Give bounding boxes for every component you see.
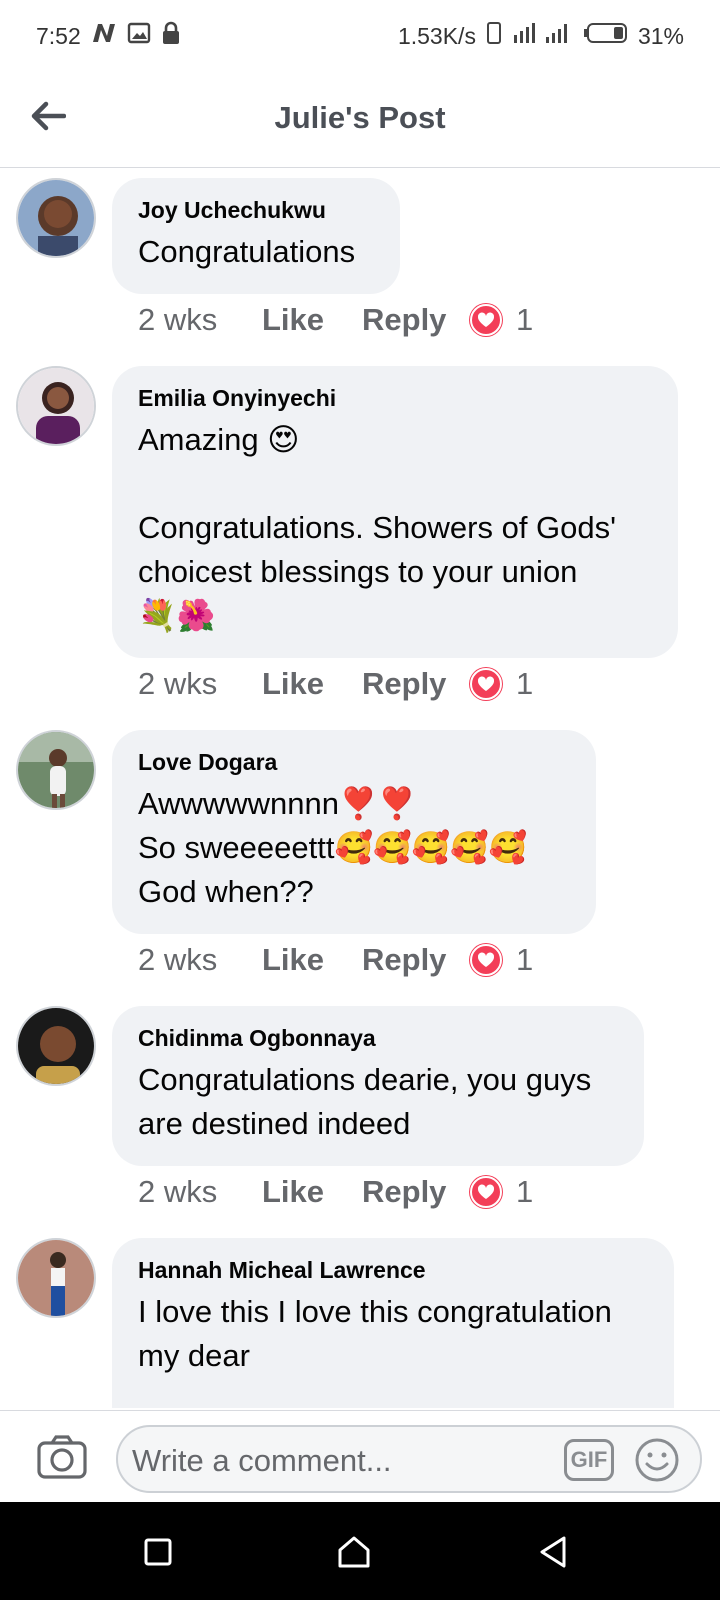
- comment-text: Congratulations dearie, you guys are des…: [138, 1062, 592, 1141]
- signal-icon: [512, 21, 574, 51]
- heart-reaction-icon[interactable]: [470, 1176, 502, 1208]
- home-icon: [338, 1536, 370, 1568]
- lock-icon: [161, 21, 181, 51]
- status-bar: 7:52 1.53K/s 31%: [0, 0, 720, 72]
- comment-time[interactable]: 2 wks: [138, 302, 262, 338]
- system-navigation-bar: [0, 1502, 720, 1600]
- back-nav-button[interactable]: [536, 1534, 572, 1570]
- comment-list[interactable]: Joy Uchechukwu Congratulations 2 wks Lik…: [0, 168, 720, 1410]
- reply-button[interactable]: Reply: [362, 666, 470, 702]
- avatar[interactable]: [16, 178, 96, 258]
- comment-time[interactable]: 2 wks: [138, 1174, 262, 1210]
- comment-bubble[interactable]: Emilia Onyinyechi Amazing 😍 Congratulati…: [112, 366, 678, 658]
- vibrate-icon: [486, 21, 502, 51]
- comment-text: Congratulations: [138, 234, 356, 269]
- avatar[interactable]: [16, 730, 96, 810]
- comment-bubble[interactable]: Hannah Micheal Lawrence I love this I lo…: [112, 1238, 674, 1408]
- comment-author[interactable]: Hannah Micheal Lawrence: [138, 1256, 648, 1284]
- image-icon: [127, 22, 151, 50]
- square-icon: [144, 1538, 172, 1566]
- comment-author[interactable]: Emilia Onyinyechi: [138, 384, 652, 412]
- like-button[interactable]: Like: [262, 1174, 362, 1210]
- reply-button[interactable]: Reply: [362, 302, 470, 338]
- comment-author[interactable]: Love Dogara: [138, 748, 570, 776]
- heart-reaction-icon[interactable]: [470, 668, 502, 700]
- comment-composer: Write a comment... GIF: [0, 1410, 720, 1502]
- avatar[interactable]: [16, 1006, 96, 1086]
- network-speed: 1.53K/s: [397, 22, 476, 49]
- avatar[interactable]: [16, 366, 96, 446]
- avatar[interactable]: [16, 1238, 96, 1318]
- like-button[interactable]: Like: [262, 666, 362, 702]
- comment-input[interactable]: Write a comment... GIF: [116, 1425, 702, 1493]
- reply-button[interactable]: Reply: [362, 942, 470, 978]
- comment-bubble[interactable]: Love Dogara Awwwwwnnnn❣️❣️ So sweeeeettt…: [112, 730, 596, 934]
- home-button[interactable]: [336, 1534, 372, 1570]
- n-notification-icon: [91, 22, 117, 50]
- comment-text: Amazing 😍 Congratulations. Showers of Go…: [138, 422, 617, 633]
- page-title: Julie's Post: [274, 100, 446, 135]
- comment-actions: 2 wks Like Reply 1: [138, 662, 533, 706]
- like-button[interactable]: Like: [262, 942, 362, 978]
- reaction-count[interactable]: 1: [516, 1174, 533, 1210]
- app-header: Julie's Post: [0, 72, 720, 168]
- reaction-count[interactable]: 1: [516, 666, 533, 702]
- like-button[interactable]: Like: [262, 302, 362, 338]
- comment-time[interactable]: 2 wks: [138, 666, 262, 702]
- heart-reaction-icon[interactable]: [470, 944, 502, 976]
- reply-button[interactable]: Reply: [362, 1174, 470, 1210]
- battery-percent: 31%: [637, 22, 684, 49]
- comment-text: Awwwwwnnnn❣️❣️ So sweeeeettt🥰🥰🥰🥰🥰 God wh…: [138, 786, 528, 909]
- camera-icon: [37, 1435, 87, 1479]
- camera-button[interactable]: [36, 1433, 88, 1481]
- clock: 7:52: [36, 22, 81, 49]
- comment-bubble[interactable]: Chidinma Ogbonnaya Congratulations deari…: [112, 1006, 644, 1166]
- comment-input-placeholder: Write a comment...: [132, 1443, 392, 1478]
- comment-author[interactable]: Chidinma Ogbonnaya: [138, 1024, 618, 1052]
- gif-button[interactable]: GIF: [564, 1439, 614, 1481]
- comment-time[interactable]: 2 wks: [138, 942, 262, 978]
- comment-author[interactable]: Joy Uchechukwu: [138, 196, 374, 224]
- emoji-button[interactable]: [634, 1437, 680, 1483]
- comment-bubble[interactable]: Joy Uchechukwu Congratulations: [112, 178, 400, 294]
- triangle-back-icon: [540, 1536, 566, 1568]
- reaction-count[interactable]: 1: [516, 942, 533, 978]
- comment-actions: 2 wks Like Reply 1: [138, 298, 533, 342]
- reaction-count[interactable]: 1: [516, 302, 533, 338]
- heart-reaction-icon[interactable]: [470, 304, 502, 336]
- recents-button[interactable]: [140, 1534, 176, 1570]
- smiley-icon: [635, 1438, 679, 1482]
- comment-text: I love this I love this congratulation m…: [138, 1294, 612, 1373]
- comment-actions: 2 wks Like Reply 1: [138, 938, 533, 982]
- comment-actions: 2 wks Like Reply 1: [138, 1170, 533, 1214]
- battery-icon: [583, 22, 628, 50]
